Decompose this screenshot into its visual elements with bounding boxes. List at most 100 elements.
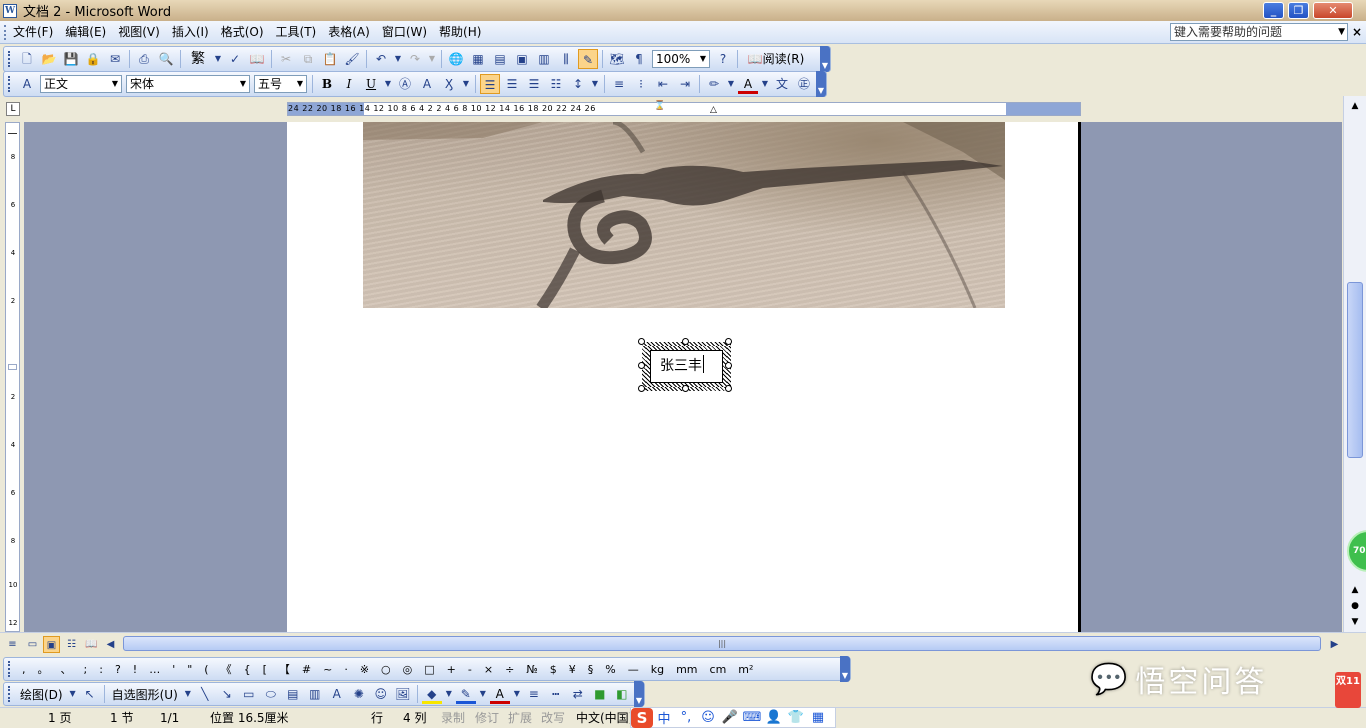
align-justify-left-icon[interactable]: ☰ [480, 74, 500, 94]
picture-icon[interactable]: 🖼 [393, 684, 413, 704]
autoshapes-button[interactable]: 自选图形(U) [108, 686, 182, 703]
symbol-button[interactable]: □ [418, 663, 440, 676]
chevron-down-icon[interactable]: ▼ [590, 74, 600, 94]
outline-view-icon[interactable]: ☷ [63, 636, 80, 653]
print-icon[interactable]: ⎙ [134, 49, 154, 69]
chevron-down-icon[interactable]: ▼ [1338, 24, 1345, 40]
insert-table-icon[interactable]: ▤ [490, 49, 510, 69]
read-button[interactable]: 📖阅读(R) [742, 49, 810, 69]
resize-handle[interactable] [638, 362, 645, 369]
symbol-button[interactable]: " [181, 663, 198, 676]
chevron-down-icon[interactable]: ▼ [295, 76, 305, 92]
3d-style-icon[interactable]: ◧ [612, 684, 632, 704]
symbol-button[interactable]: cm [704, 663, 733, 676]
distributed-icon[interactable]: ☷ [546, 74, 566, 94]
user-icon[interactable]: 👤 [763, 710, 785, 725]
symbol-button[interactable]: ○ [375, 663, 397, 676]
help-icon[interactable]: ? [713, 49, 733, 69]
chevron-down-icon[interactable]: ▼ [760, 74, 770, 94]
word-doc-icon[interactable]: W [3, 3, 17, 18]
resize-handle[interactable] [725, 362, 732, 369]
status-overtype[interactable]: 改写 [541, 711, 565, 726]
increase-indent-icon[interactable]: ⇥ [675, 74, 695, 94]
vertical-ruler[interactable]: 8 6 4 2 2 4 6 8 10 12 [5, 122, 20, 632]
menu-edit[interactable]: 编辑(E) [59, 22, 112, 42]
font-size-select[interactable]: 五号 ▼ [254, 75, 307, 93]
save-icon[interactable]: 💾 [61, 49, 81, 69]
chevron-down-icon[interactable]: ▼ [478, 684, 488, 704]
previous-object-icon[interactable]: ▲ [1347, 582, 1363, 598]
select-objects-icon[interactable]: ↖ [80, 684, 100, 704]
web-view-icon[interactable]: ▭ [24, 636, 41, 653]
keyboard-icon[interactable]: ⌨ [741, 710, 763, 725]
numbering-icon[interactable]: ≡ [609, 74, 629, 94]
columns-icon[interactable]: ▥ [534, 49, 554, 69]
symbol-button[interactable]: § [582, 663, 600, 676]
toolbar-options-icon[interactable]: ▼ [816, 71, 826, 97]
line-color-icon[interactable]: ✎ [455, 684, 476, 704]
toolbar-grip[interactable] [8, 661, 12, 677]
arrow-style-icon[interactable]: ⇄ [568, 684, 588, 704]
bullets-icon[interactable]: ⁝ [631, 74, 651, 94]
line-style-icon[interactable]: ≡ [524, 684, 544, 704]
format-painter-icon[interactable]: 🖌 [342, 49, 362, 69]
character-border-icon[interactable]: Ⓐ [395, 74, 415, 94]
symbol-button[interactable]: , [16, 663, 32, 676]
status-extend[interactable]: 扩展 [508, 711, 532, 726]
sogou-logo-icon[interactable]: S [631, 707, 653, 728]
menu-format[interactable]: 格式(O) [215, 22, 270, 42]
symbol-button[interactable]: - [462, 663, 478, 676]
email-icon[interactable]: ✉ [105, 49, 125, 69]
symbol-button[interactable]: % [599, 663, 621, 676]
paste-icon[interactable]: 📋 [320, 49, 340, 69]
symbol-button[interactable]: ; [78, 663, 94, 676]
symbol-button[interactable]: ÷ [499, 663, 520, 676]
draw-menu-button[interactable]: 绘图(D) [16, 686, 67, 703]
symbol-button[interactable]: × [478, 663, 499, 676]
rectangle-icon[interactable]: ▭ [239, 684, 259, 704]
chevron-down-icon[interactable]: ▼ [444, 684, 454, 704]
horizontal-ruler[interactable]: 24 22 20 18 16 14 12 10 8 6 4 2 2 4 6 8 … [287, 101, 1081, 116]
highlight-icon[interactable]: ✏ [704, 74, 724, 94]
punctuation-icon[interactable]: °, [675, 710, 697, 725]
scroll-right-icon[interactable]: ▶ [1326, 636, 1343, 653]
symbol-button[interactable]: [ [257, 663, 273, 676]
symbol-button[interactable]: kg [645, 663, 670, 676]
normal-view-icon[interactable]: ≡ [4, 636, 21, 653]
chevron-down-icon[interactable]: ▼ [393, 49, 403, 69]
tables-borders-icon[interactable]: ▦ [468, 49, 488, 69]
fill-color-icon[interactable]: ◆ [421, 684, 442, 704]
document-map-icon[interactable]: 🗺 [607, 49, 627, 69]
close-button[interactable]: ✕ [1313, 2, 1353, 19]
bold-button[interactable]: B [317, 74, 337, 94]
text-box[interactable]: 张三丰 [650, 350, 723, 383]
microphone-icon[interactable]: 🎤 [719, 710, 741, 725]
spelling-icon[interactable]: ✓ [225, 49, 245, 69]
toolbar-grip[interactable] [8, 51, 12, 67]
menu-help[interactable]: 帮助(H) [433, 22, 487, 42]
menu-file[interactable]: 文件(F) [7, 22, 59, 42]
horizontal-scroll-thumb[interactable]: ||| [123, 636, 1321, 651]
tab-selector-button[interactable]: L [6, 102, 20, 116]
vertical-scroll-thumb[interactable] [1347, 282, 1363, 458]
enclosed-character-icon[interactable]: ㊣ [794, 74, 814, 94]
help-search-input[interactable]: 键入需要帮助的问题 ▼ [1170, 23, 1348, 41]
symbol-button[interactable]: № [520, 663, 543, 676]
restore-button[interactable]: ❐ [1288, 2, 1309, 19]
text-box-selection[interactable]: 张三丰 [642, 342, 731, 391]
menu-table[interactable]: 表格(A) [322, 22, 376, 42]
status-revise[interactable]: 修订 [475, 711, 499, 726]
oval-icon[interactable]: ⬭ [261, 684, 281, 704]
symbol-button[interactable]: 《 [215, 661, 238, 677]
permission-icon[interactable]: 🔒 [83, 49, 103, 69]
minimize-button[interactable]: _ [1263, 2, 1284, 19]
vertical-text-box-icon[interactable]: ▥ [305, 684, 325, 704]
styles-formatting-icon[interactable]: A [17, 74, 37, 94]
toolbar-options-icon[interactable]: ▼ [820, 46, 830, 72]
insert-excel-icon[interactable]: ▣ [512, 49, 532, 69]
symbol-button[interactable]: ( [198, 663, 214, 676]
redo-icon[interactable]: ↷ [405, 49, 425, 69]
symbol-button[interactable]: : [93, 663, 109, 676]
line-icon[interactable]: ╲ [195, 684, 215, 704]
symbol-button[interactable]: 、 [55, 661, 78, 677]
